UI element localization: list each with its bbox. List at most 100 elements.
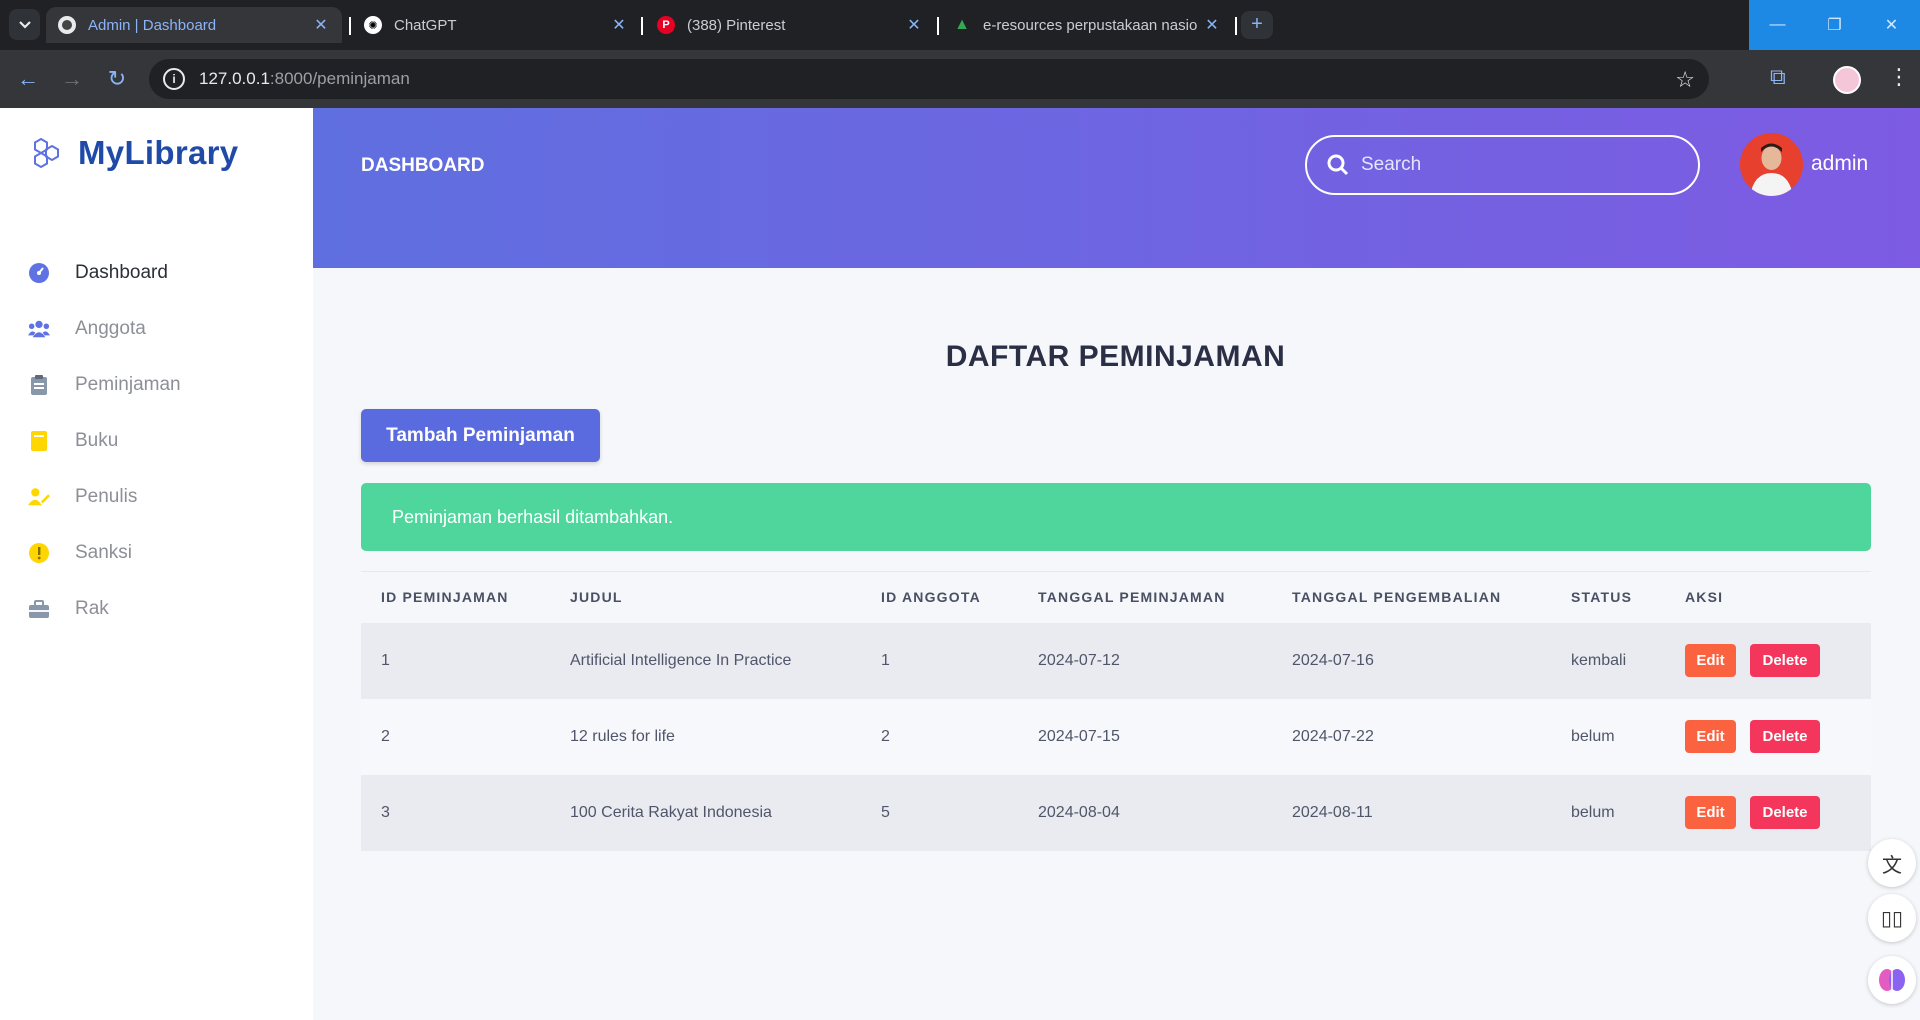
sidebar-item-label: Buku	[75, 430, 119, 451]
table-row: 1 Artificial Intelligence In Practice 1 …	[361, 622, 1871, 699]
translate-icon: 文	[1882, 854, 1902, 877]
url-path: :8000/peminjaman	[269, 69, 410, 88]
tab-admin-dashboard[interactable]: Admin | Dashboard ✕	[46, 7, 342, 43]
close-window-icon[interactable]: ✕	[1863, 0, 1920, 50]
cell-judul: 100 Cerita Rakyat Indonesia	[550, 774, 861, 851]
avatar-favicon-icon	[58, 16, 76, 34]
translate-button[interactable]: 文	[1868, 839, 1916, 887]
success-alert: Peminjaman berhasil ditambahkan.	[361, 483, 1871, 551]
users-icon	[28, 318, 50, 340]
warning-icon	[28, 542, 50, 564]
column-header: TANGGAL PEMINJAMAN	[1038, 589, 1226, 606]
table-row: 2 12 rules for life 2 2024-07-15 2024-07…	[361, 698, 1871, 775]
delete-button[interactable]: Delete	[1750, 796, 1820, 829]
sidebar-item-buku[interactable]: Buku	[28, 413, 181, 469]
delete-button[interactable]: Delete	[1750, 644, 1820, 677]
column-header: TANGGAL PENGEMBALIAN	[1292, 589, 1502, 606]
url-host: 127.0.0.1	[199, 69, 270, 88]
close-icon[interactable]: ✕	[1203, 15, 1221, 35]
bookmark-star-icon[interactable]: ☆	[1675, 67, 1695, 93]
url-text: 127.0.0.1:8000/peminjaman	[199, 69, 410, 89]
sidebar-item-rak[interactable]: Rak	[28, 581, 181, 637]
tab-title: e-resources perpustakaan nasio	[983, 16, 1198, 34]
sidebar-item-label: Anggota	[75, 318, 146, 339]
cell-status: kembali	[1551, 622, 1665, 699]
back-arrow-icon[interactable]: ←	[15, 66, 41, 92]
user-name[interactable]: admin	[1811, 152, 1868, 176]
cell-aksi: Edit Delete	[1665, 774, 1871, 851]
add-peminjaman-button[interactable]: Tambah Peminjaman	[361, 409, 600, 462]
new-tab-button[interactable]: +	[1241, 11, 1273, 39]
column-header: JUDUL	[570, 589, 623, 606]
tab-pinterest[interactable]: P (388) Pinterest ✕	[645, 7, 935, 43]
sidebar-item-sanksi[interactable]: Sanksi	[28, 525, 181, 581]
cell-tanggal-peminjaman: 2024-08-04	[1018, 774, 1272, 851]
cell-id-anggota: 1	[861, 622, 1018, 699]
forward-arrow-icon[interactable]: →	[59, 66, 85, 92]
tab-e-resources[interactable]: ▲ e-resources perpustakaan nasio ✕	[941, 7, 1233, 43]
edit-button[interactable]: Edit	[1685, 644, 1736, 677]
cell-tanggal-pengembalian: 2024-08-11	[1272, 774, 1551, 851]
cell-aksi: Edit Delete	[1665, 698, 1871, 775]
tab-title: ChatGPT	[394, 16, 457, 34]
reader-button[interactable]: ▯▯	[1868, 894, 1916, 942]
chatgpt-icon: ✺	[364, 16, 382, 34]
minimize-icon[interactable]: —	[1749, 0, 1806, 50]
sidebar-item-anggota[interactable]: Anggota	[28, 301, 181, 357]
drive-icon: ▲	[954, 16, 970, 33]
avatar[interactable]	[1740, 133, 1803, 196]
top-header: DASHBOARD admin	[313, 108, 1920, 268]
header-title: DASHBOARD	[361, 155, 485, 176]
cell-judul: 12 rules for life	[550, 698, 861, 775]
close-icon[interactable]: ✕	[905, 15, 923, 35]
tab-title: Admin | Dashboard	[88, 16, 217, 34]
edit-button[interactable]: Edit	[1685, 796, 1736, 829]
table-row: 3 100 Cerita Rakyat Indonesia 5 2024-08-…	[361, 774, 1871, 851]
sidebar-item-dashboard[interactable]: Dashboard	[28, 245, 181, 301]
cell-tanggal-peminjaman: 2024-07-12	[1018, 622, 1272, 699]
sidebar-item-label: Rak	[75, 598, 109, 619]
search-icon	[1327, 154, 1349, 176]
cell-judul: Artificial Intelligence In Practice	[550, 622, 861, 699]
restore-icon[interactable]: ❐	[1806, 0, 1863, 50]
browser-tabstrip: Admin | Dashboard ✕ ✺ ChatGPT ✕ P (388) …	[0, 0, 1920, 50]
address-bar[interactable]: i 127.0.0.1:8000/peminjaman ☆	[149, 59, 1709, 99]
sidebar: MyLibrary Dashboard Anggota Peminjaman B…	[0, 108, 313, 1020]
extensions-icon[interactable]: ⧉	[1770, 64, 1786, 90]
sidebar-item-label: Sanksi	[75, 542, 133, 563]
sidebar-item-peminjaman[interactable]: Peminjaman	[28, 357, 181, 413]
edit-button[interactable]: Edit	[1685, 720, 1736, 753]
brain-icon	[1879, 969, 1905, 991]
cell-id-anggota: 2	[861, 698, 1018, 775]
search-box[interactable]	[1305, 135, 1700, 195]
tab-chatgpt[interactable]: ✺ ChatGPT ✕	[352, 7, 640, 43]
reload-icon[interactable]: ↻	[104, 66, 130, 92]
tab-separator	[1235, 17, 1237, 35]
sidebar-item-label: Dashboard	[75, 262, 168, 283]
delete-button[interactable]: Delete	[1750, 720, 1820, 753]
book-open-icon: ▯▯	[1880, 907, 1903, 930]
peminjaman-table: ID PEMINJAMAN JUDUL ID ANGGOTA TANGGAL P…	[361, 571, 1871, 851]
close-icon[interactable]: ✕	[312, 15, 330, 35]
profile-avatar[interactable]	[1833, 66, 1861, 94]
column-header: ID ANGGOTA	[881, 589, 981, 606]
cell-tanggal-pengembalian: 2024-07-22	[1272, 698, 1551, 775]
close-icon[interactable]: ✕	[610, 15, 628, 35]
page-title: DAFTAR PEMINJAMAN	[945, 340, 1286, 373]
site-info-icon[interactable]: i	[163, 68, 185, 90]
sidebar-item-label: Peminjaman	[75, 374, 181, 395]
hexagon-logo-icon	[34, 137, 59, 169]
sidebar-item-penulis[interactable]: Penulis	[28, 469, 181, 525]
cell-status: belum	[1551, 698, 1665, 775]
search-input[interactable]	[1361, 154, 1661, 176]
brand[interactable]: MyLibrary	[30, 134, 238, 172]
table-header-row: ID PEMINJAMAN JUDUL ID ANGGOTA TANGGAL P…	[361, 572, 1871, 623]
column-header: STATUS	[1571, 589, 1633, 606]
cell-tanggal-peminjaman: 2024-07-15	[1018, 698, 1272, 775]
chevron-down-icon	[18, 20, 31, 29]
assistant-button[interactable]	[1868, 956, 1916, 1004]
cell-id: 1	[361, 622, 550, 699]
user-pen-icon	[28, 486, 50, 508]
tab-search-button[interactable]	[9, 9, 40, 40]
menu-dots-icon[interactable]: ⋮	[1888, 64, 1910, 90]
